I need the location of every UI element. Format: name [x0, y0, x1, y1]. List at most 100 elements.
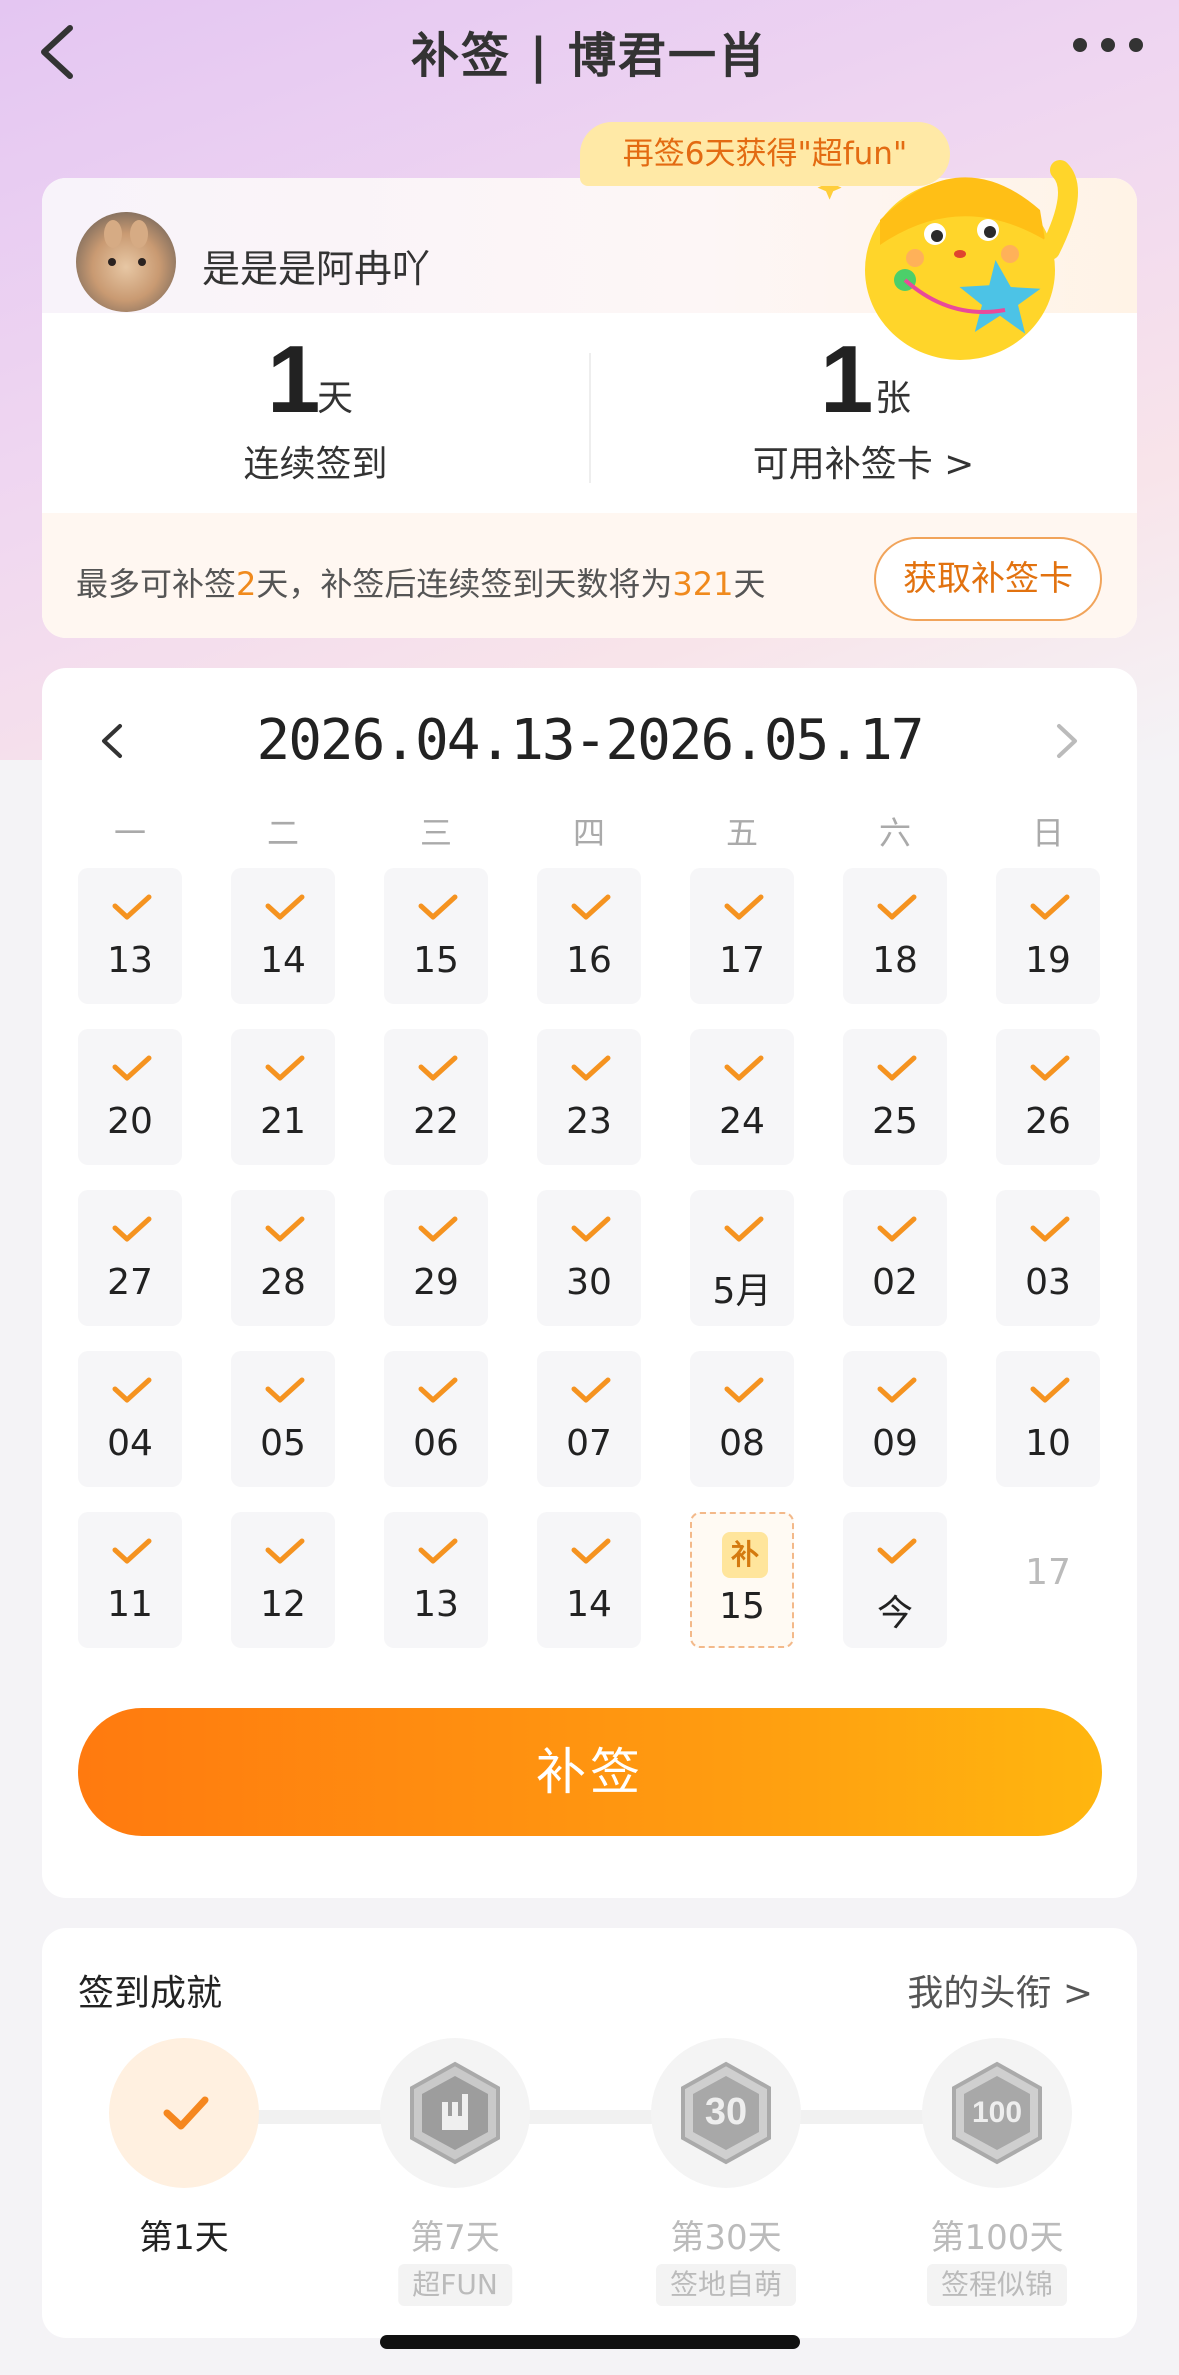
calendar-day-checked[interactable]: 26: [996, 1029, 1100, 1165]
calendar-day-checked[interactable]: 09: [843, 1351, 947, 1487]
check-icon: [416, 1051, 460, 1085]
makeup-signin-button[interactable]: 补签: [78, 1708, 1102, 1836]
weekday-label: 日: [1031, 814, 1064, 852]
calendar-day-checked[interactable]: 20: [78, 1029, 182, 1165]
next-range-icon[interactable]: [1047, 718, 1087, 764]
calendar-day-checked[interactable]: 16: [537, 868, 641, 1004]
calendar-day-checked[interactable]: 30: [537, 1190, 641, 1326]
streak-label: 连续签到: [243, 444, 388, 485]
achievement-progress-line: [182, 2110, 992, 2124]
day-label: 12: [260, 1584, 306, 1625]
calendar-day-checked[interactable]: 29: [384, 1190, 488, 1326]
max-makeup-days: 2: [236, 565, 257, 603]
calendar-day-checked[interactable]: 5月: [690, 1190, 794, 1326]
check-icon: [263, 1534, 307, 1568]
achievement-item[interactable]: 第1天: [74, 2038, 294, 2328]
day-label: 27: [107, 1262, 153, 1303]
check-icon: [110, 1212, 154, 1246]
day-label: 09: [872, 1423, 918, 1464]
achievements-title: 签到成就: [78, 1973, 223, 2014]
calendar-day-checked[interactable]: 24: [690, 1029, 794, 1165]
calendar-day-checked[interactable]: 27: [78, 1190, 182, 1326]
weekday-label: 二: [266, 814, 299, 852]
calendar-day-checked[interactable]: 22: [384, 1029, 488, 1165]
calendar-day-checked[interactable]: 07: [537, 1351, 641, 1487]
streak-value: 1: [267, 326, 321, 433]
achievement-item[interactable]: 100 第100天 签程似锦: [887, 2038, 1107, 2328]
total-streak-days: 321: [672, 565, 734, 603]
calendar-grid: 13 14 15 16 17 18 19 20 21 22 23 24 25 26 27 28 29 30 5月 02…: [78, 868, 1102, 1668]
svg-text:100: 100: [972, 2096, 1022, 2129]
calendar-day-future[interactable]: 17: [996, 1512, 1100, 1648]
calendar-day-checked[interactable]: 05: [231, 1351, 335, 1487]
day-label: 14: [566, 1584, 612, 1625]
calendar-day-checked[interactable]: 03: [996, 1190, 1100, 1326]
check-icon: [263, 1373, 307, 1407]
check-icon: [875, 1051, 919, 1085]
achievement-day-label: 第1天: [139, 2218, 229, 2258]
calendar-day-checked[interactable]: 14: [231, 868, 335, 1004]
calendar-day-checked[interactable]: 14: [537, 1512, 641, 1648]
30-days-badge-icon: 30: [651, 2038, 801, 2188]
calendar-day-checked[interactable]: 21: [231, 1029, 335, 1165]
day-label: 13: [413, 1584, 459, 1625]
calendar-day-checked[interactable]: 15: [384, 868, 488, 1004]
calendar-day-checked[interactable]: 今: [843, 1512, 947, 1648]
day-label: 18: [872, 940, 918, 981]
day-label: 21: [260, 1101, 306, 1142]
day-label: 13: [107, 940, 153, 981]
avatar[interactable]: [76, 212, 176, 312]
check-icon: [569, 1373, 613, 1407]
check-icon: [110, 1373, 154, 1407]
day-label: 17: [1025, 1552, 1071, 1593]
my-titles-link[interactable]: 我的头衔 >: [907, 1964, 1093, 2016]
weekday-header: 一二三四五六日: [78, 808, 1102, 858]
day-label: 04: [107, 1423, 153, 1464]
calendar-day-checked[interactable]: 25: [843, 1029, 947, 1165]
day-label: 16: [566, 940, 612, 981]
day-label: 17: [719, 940, 765, 981]
achievement-item[interactable]: 30 第30天 签地自萌: [616, 2038, 836, 2328]
day-label: 30: [566, 1262, 612, 1303]
date-range-bar: 2026.04.13-2026.05.17: [42, 700, 1137, 780]
calendar-day-checked[interactable]: 28: [231, 1190, 335, 1326]
calendar-day-checked[interactable]: 06: [384, 1351, 488, 1487]
get-makeup-card-button[interactable]: 获取补签卡: [874, 537, 1102, 621]
calendar-day-checked[interactable]: 13: [384, 1512, 488, 1648]
calendar-day-checked[interactable]: 11: [78, 1512, 182, 1648]
check-icon: [263, 890, 307, 924]
day-label: 22: [413, 1101, 459, 1142]
calendar-day-checked[interactable]: 19: [996, 868, 1100, 1004]
calendar-day-checked[interactable]: 02: [843, 1190, 947, 1326]
day-label: 05: [260, 1423, 306, 1464]
calendar-day-checked[interactable]: 17: [690, 868, 794, 1004]
weekday-label: 五: [725, 814, 758, 852]
check-icon: [416, 1212, 460, 1246]
calendar-day-checked[interactable]: 08: [690, 1351, 794, 1487]
day-label: 14: [260, 940, 306, 981]
calendar-day-checked[interactable]: 18: [843, 868, 947, 1004]
achievement-item[interactable]: 第7天 超FUN: [345, 2038, 565, 2328]
calendar-day-checked[interactable]: 04: [78, 1351, 182, 1487]
streak-stat: 1 天 连续签到: [42, 313, 589, 513]
day-label: 15: [719, 1586, 765, 1627]
calendar-day-makeup[interactable]: 补 15: [690, 1512, 794, 1648]
makeup-hint-band: 最多可补签2天，补签后连续签到天数将为321天 获取补签卡: [42, 513, 1137, 638]
cards-unit: 张: [875, 378, 912, 419]
calendar-day-checked[interactable]: 10: [996, 1351, 1100, 1487]
check-icon: [722, 1212, 766, 1246]
calendar-day-checked[interactable]: 12: [231, 1512, 335, 1648]
weekday-label: 四: [572, 814, 605, 852]
promo-pill[interactable]: 再签6天获得"超fun": [580, 122, 950, 186]
achievement-title-tag: 签程似锦: [926, 2264, 1068, 2306]
check-icon: [416, 1373, 460, 1407]
day-label: 03: [1025, 1262, 1071, 1303]
nav-bar: 补签 | 博君一肖: [0, 0, 1179, 100]
more-icon[interactable]: [1073, 30, 1143, 60]
check-icon: [1028, 1051, 1072, 1085]
check-icon: [1028, 1373, 1072, 1407]
calendar-day-checked[interactable]: 23: [537, 1029, 641, 1165]
calendar-day-checked[interactable]: 13: [78, 868, 182, 1004]
check-icon: [109, 2038, 259, 2188]
makeup-hint-text: 最多可补签2天，补签后连续签到天数将为321天: [76, 565, 766, 603]
